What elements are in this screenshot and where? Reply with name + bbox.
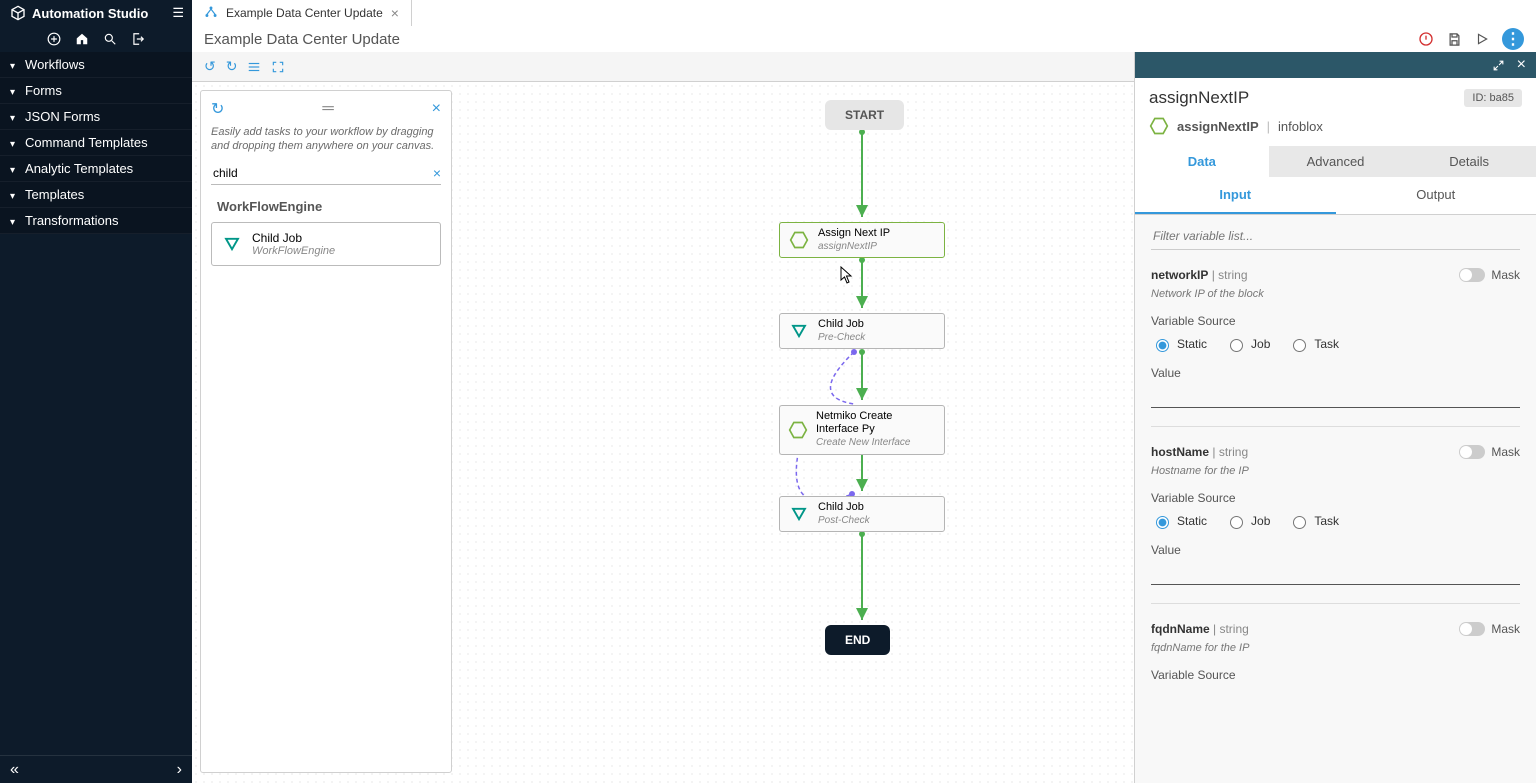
sidebar-item-transformations[interactable]: Transformations bbox=[0, 208, 192, 234]
cube-icon bbox=[10, 5, 26, 21]
tab-advanced[interactable]: Advanced bbox=[1269, 146, 1403, 177]
tab-label: Example Data Center Update bbox=[226, 6, 383, 20]
panel-close-icon[interactable]: × bbox=[1517, 56, 1526, 74]
var-block-networkip: networkIP | string Mask Network IP of th… bbox=[1151, 268, 1520, 427]
tab-close-icon[interactable]: × bbox=[391, 5, 399, 21]
list-icon[interactable] bbox=[247, 60, 261, 74]
hexagon-icon bbox=[788, 229, 810, 251]
panel-io-tabs: Input Output bbox=[1135, 177, 1536, 215]
id-badge: ID: ba85 bbox=[1464, 89, 1522, 107]
run-icon[interactable] bbox=[1474, 31, 1490, 47]
refresh-icon[interactable]: ↻ bbox=[211, 99, 224, 119]
canvas[interactable]: ↻ ═ × Easily add tasks to your workflow … bbox=[192, 82, 1134, 783]
radio-job[interactable] bbox=[1230, 516, 1243, 529]
properties-panel: × assignNextIP ID: ba85 assignNextIP | i… bbox=[1134, 52, 1536, 783]
node-assign-next-ip[interactable]: Assign Next IPassignNextIP bbox=[779, 222, 945, 258]
radio-task[interactable] bbox=[1293, 339, 1306, 352]
source-radios: Static Job Task bbox=[1151, 336, 1520, 352]
logout-icon[interactable] bbox=[131, 32, 145, 46]
undo-icon[interactable]: ↺ bbox=[204, 58, 216, 75]
error-icon[interactable] bbox=[1418, 31, 1434, 47]
palette-search-input[interactable] bbox=[211, 162, 441, 184]
add-icon[interactable] bbox=[47, 32, 61, 46]
node-netmiko[interactable]: Netmiko Create Interface PyCreate New In… bbox=[779, 405, 945, 455]
top-bar: Automation Studio ☰ Example Data Center … bbox=[0, 0, 1536, 26]
node-pre-check[interactable]: Child JobPre-Check bbox=[779, 313, 945, 349]
palette-item-child-job[interactable]: Child Job WorkFlowEngine bbox=[211, 222, 441, 266]
workflow-icon bbox=[204, 5, 218, 22]
secondary-bar: Example Data Center Update ⋮ bbox=[0, 26, 1536, 52]
palette-section-label: WorkFlowEngine bbox=[217, 199, 441, 214]
palette-hint: Easily add tasks to your workflow by dra… bbox=[211, 125, 441, 154]
expand-icon[interactable] bbox=[1492, 59, 1505, 72]
var-block-fqdnname: fqdnName | string Mask fqdnName for the … bbox=[1151, 622, 1520, 700]
palette-item-subtitle: WorkFlowEngine bbox=[252, 245, 335, 257]
var-block-hostname: hostName | string Mask Hostname for the … bbox=[1151, 445, 1520, 604]
sidebar-item-command-templates[interactable]: Command Templates bbox=[0, 130, 192, 156]
palette-item-title: Child Job bbox=[252, 231, 302, 245]
mask-toggle[interactable] bbox=[1459, 622, 1485, 636]
triangle-icon bbox=[788, 503, 810, 525]
mask-toggle[interactable] bbox=[1459, 445, 1485, 459]
value-input[interactable] bbox=[1151, 561, 1520, 585]
more-menu-button[interactable]: ⋮ bbox=[1502, 28, 1524, 50]
editor-area: ↺ ↻ ↻ ═ × Easily add tasks to your workf… bbox=[192, 52, 1134, 783]
mask-toggle[interactable] bbox=[1459, 268, 1485, 282]
tab-input[interactable]: Input bbox=[1135, 177, 1336, 214]
tab-output[interactable]: Output bbox=[1336, 177, 1536, 214]
radio-job[interactable] bbox=[1230, 339, 1243, 352]
drag-handle-icon[interactable]: ═ bbox=[224, 100, 431, 118]
tab-details[interactable]: Details bbox=[1402, 146, 1536, 177]
sidebar-item-workflows[interactable]: Workflows bbox=[0, 52, 192, 78]
panel-main-tabs: Data Advanced Details bbox=[1135, 146, 1536, 177]
focus-icon[interactable] bbox=[271, 60, 285, 74]
task-palette: ↻ ═ × Easily add tasks to your workflow … bbox=[200, 90, 452, 773]
search-icon[interactable] bbox=[103, 32, 117, 46]
node-post-check[interactable]: Child JobPost-Check bbox=[779, 496, 945, 532]
tab-data[interactable]: Data bbox=[1135, 146, 1269, 177]
radio-static[interactable] bbox=[1156, 516, 1169, 529]
app-brand: Automation Studio bbox=[0, 5, 158, 21]
panel-sub-name: assignNextIP bbox=[1177, 119, 1259, 134]
page-title: Example Data Center Update bbox=[204, 31, 400, 48]
save-icon[interactable] bbox=[1446, 31, 1462, 47]
palette-close-icon[interactable]: × bbox=[432, 100, 441, 118]
sidebar: Workflows Forms JSON Forms Command Templ… bbox=[0, 52, 192, 783]
panel-sub-app: infoblox bbox=[1278, 119, 1323, 134]
triangle-icon bbox=[788, 320, 810, 342]
sidebar-item-json-forms[interactable]: JSON Forms bbox=[0, 104, 192, 130]
value-input[interactable] bbox=[1151, 384, 1520, 408]
hexagon-icon bbox=[788, 419, 808, 441]
hamburger-icon[interactable]: ☰ bbox=[164, 5, 192, 21]
clear-search-icon[interactable]: × bbox=[433, 165, 441, 181]
sidebar-item-analytic-templates[interactable]: Analytic Templates bbox=[0, 156, 192, 182]
expand-right-icon[interactable]: › bbox=[177, 761, 182, 779]
source-radios: Static Job Task bbox=[1151, 513, 1520, 529]
collapse-left-icon[interactable]: « bbox=[10, 761, 19, 779]
editor-toolbar: ↺ ↻ bbox=[192, 52, 1134, 82]
tab-strip: Example Data Center Update × bbox=[192, 0, 1536, 26]
filter-input[interactable] bbox=[1151, 223, 1520, 250]
file-tab[interactable]: Example Data Center Update × bbox=[192, 0, 412, 26]
sidebar-item-forms[interactable]: Forms bbox=[0, 78, 192, 104]
home-icon[interactable] bbox=[75, 32, 89, 46]
end-node[interactable]: END bbox=[825, 625, 890, 655]
sidebar-item-templates[interactable]: Templates bbox=[0, 182, 192, 208]
radio-static[interactable] bbox=[1156, 339, 1169, 352]
redo-icon[interactable]: ↻ bbox=[226, 58, 238, 75]
triangle-icon bbox=[222, 235, 242, 253]
hexagon-icon bbox=[1149, 116, 1169, 136]
radio-task[interactable] bbox=[1293, 516, 1306, 529]
app-name: Automation Studio bbox=[32, 6, 148, 21]
mouse-cursor bbox=[840, 266, 854, 289]
start-node[interactable]: START bbox=[825, 100, 904, 130]
panel-title: assignNextIP bbox=[1149, 88, 1249, 108]
